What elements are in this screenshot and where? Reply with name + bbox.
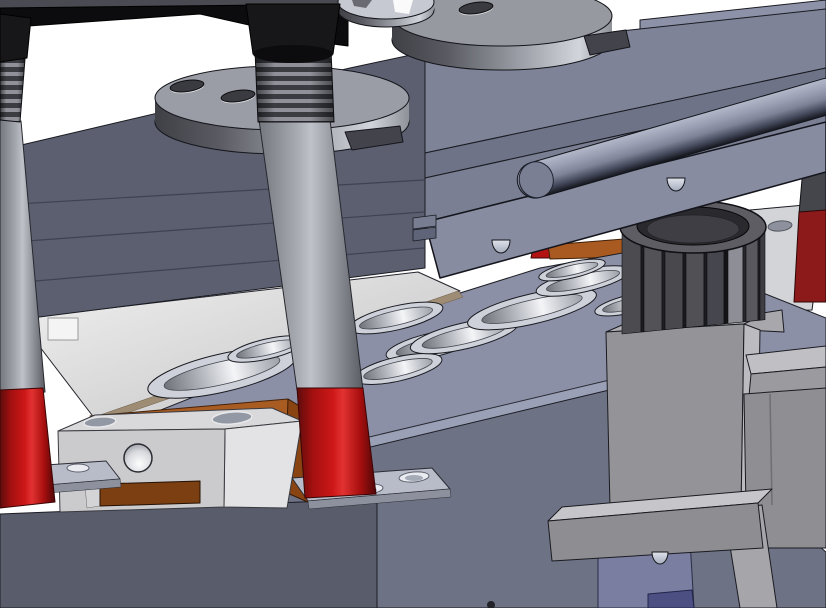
- cylinder-fin: [760, 226, 765, 320]
- wedge-step: [48, 318, 78, 340]
- left-pad-hole: [67, 464, 89, 472]
- rear-spring-red[interactable]: [794, 210, 826, 302]
- cylinder-bore-floor: [647, 215, 739, 243]
- cad-viewport[interactable]: [0, 0, 826, 608]
- tower-front-face[interactable]: [606, 324, 744, 512]
- bolt-cap-bottom: [253, 45, 333, 63]
- bolt-red-sleeve[interactable]: [297, 388, 376, 498]
- die-shoe-front-face: [0, 499, 377, 608]
- left-bolt-cap: [0, 14, 31, 62]
- pad-hole-inner: [405, 475, 423, 481]
- cam-block-bore: [124, 444, 152, 472]
